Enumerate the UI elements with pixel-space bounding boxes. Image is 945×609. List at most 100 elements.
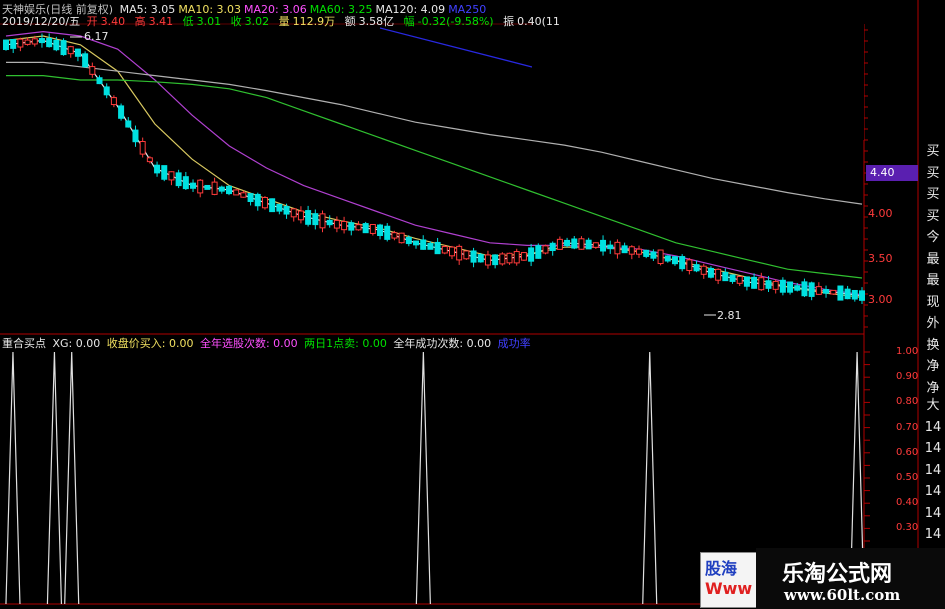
candle-body	[254, 193, 261, 207]
ind-tick-3: 0.70	[896, 421, 919, 433]
candle-body	[53, 39, 60, 51]
ind-tick-6: 0.40	[896, 497, 919, 509]
low-value: 3.01	[196, 15, 222, 28]
candle-body	[168, 171, 175, 181]
candle-body	[391, 232, 398, 239]
candle-body	[326, 219, 333, 226]
candle-body	[319, 213, 326, 229]
amt-label: 额	[344, 15, 356, 28]
high-label: 高	[134, 15, 146, 28]
quote-label-7: 现	[926, 294, 940, 310]
quote-label-3: 买	[926, 208, 940, 224]
ind-tick-7: 0.30	[896, 522, 919, 534]
candle-body	[751, 276, 758, 289]
candle-body	[110, 97, 117, 106]
candle-body	[535, 245, 542, 259]
quote-label-5: 最	[926, 251, 940, 267]
logo-watermark: 股海 Www	[700, 552, 762, 608]
quote-value-1: 14	[924, 419, 942, 435]
candle-body	[592, 242, 599, 248]
candle-body	[477, 254, 484, 263]
candle-body	[175, 172, 182, 187]
candle-body	[844, 288, 851, 300]
candle-body	[542, 245, 549, 254]
candle-body	[736, 275, 743, 284]
candle-body	[362, 223, 369, 234]
quote-value-2: 14	[924, 441, 942, 456]
candle-body	[448, 246, 455, 257]
candle-body	[484, 254, 491, 266]
ind-tick-0: 1.00	[896, 346, 919, 357]
candle-body	[154, 164, 161, 174]
candle-body	[772, 280, 779, 290]
candle-body	[218, 186, 225, 192]
quote-label-9: 换	[926, 337, 940, 353]
candle-body	[779, 279, 786, 293]
candle-body	[17, 38, 24, 48]
candle-body	[621, 245, 628, 254]
quote-label-10: 净	[926, 359, 940, 374]
candle-body	[837, 285, 844, 301]
candle-body	[3, 39, 9, 51]
candle-body	[671, 256, 678, 265]
vol-value: 112.9万	[292, 15, 336, 28]
candle-body	[657, 249, 664, 265]
candle-body	[413, 240, 420, 246]
quote-label-6: 最	[926, 273, 940, 288]
candle-body	[139, 141, 146, 155]
xg-spike	[46, 351, 63, 605]
twoday-value: 两日1点卖: 0.00	[304, 337, 387, 350]
close-value: 3.02	[244, 15, 270, 28]
candle-body	[815, 286, 822, 295]
indicator-title: 重合买点	[2, 337, 46, 350]
buy-value: 收盘价买入: 0.00	[106, 337, 194, 350]
watermark-box: 乐淘公式网 www.60lt.com	[756, 548, 945, 609]
amt-value: 3.58亿	[358, 15, 395, 28]
quote-panel-values: 大14141414141414	[921, 395, 945, 567]
candle-body	[197, 179, 204, 194]
candle-body	[743, 276, 750, 287]
candle-body	[686, 259, 693, 271]
candle-body	[348, 222, 355, 231]
candle-body	[585, 239, 592, 250]
candle-body	[700, 265, 707, 275]
candle-body	[851, 289, 858, 300]
quote-value-3: 14	[924, 462, 942, 478]
candle-body	[571, 238, 578, 249]
candle-body	[506, 252, 513, 264]
candle-body	[82, 53, 89, 68]
candle-body	[600, 239, 607, 252]
candle-body	[801, 281, 808, 297]
candle-body	[729, 274, 736, 282]
candle-body	[384, 225, 391, 240]
candle-body	[333, 219, 340, 229]
watermark-cn: 乐淘公式网	[782, 562, 893, 587]
candle-body	[182, 176, 189, 190]
candle-body	[420, 239, 427, 250]
candle-body	[578, 238, 585, 250]
price-tick-0: 4.00	[868, 207, 893, 220]
occlusion-top	[532, 8, 864, 140]
candle-body	[118, 105, 125, 119]
indicator-header: 重合买点 XG: 0.00 收盘价买入: 0.00 全年选股次数: 0.00 两…	[2, 335, 534, 351]
quote-value-4: 14	[924, 484, 942, 499]
chg-value: -0.32(-9.58%)	[417, 15, 494, 28]
ind-tick-5: 0.50	[896, 472, 919, 483]
candle-body	[240, 192, 247, 198]
candle-body	[628, 246, 635, 255]
candle-body	[765, 280, 772, 289]
chg-label: 幅	[403, 15, 415, 28]
low-label: 低	[182, 15, 194, 28]
candle-body	[46, 37, 53, 48]
candle-body	[190, 182, 197, 189]
candle-body	[398, 232, 405, 244]
open-label: 开	[86, 15, 98, 28]
ind-tick-4: 0.60	[896, 446, 919, 458]
candle-body	[161, 165, 168, 180]
candle-body	[247, 193, 254, 202]
candle-body	[67, 46, 74, 55]
quote-label-0: 买	[926, 144, 940, 159]
candle-body	[38, 38, 45, 44]
candle-body	[355, 224, 362, 231]
candle-body	[427, 242, 434, 250]
